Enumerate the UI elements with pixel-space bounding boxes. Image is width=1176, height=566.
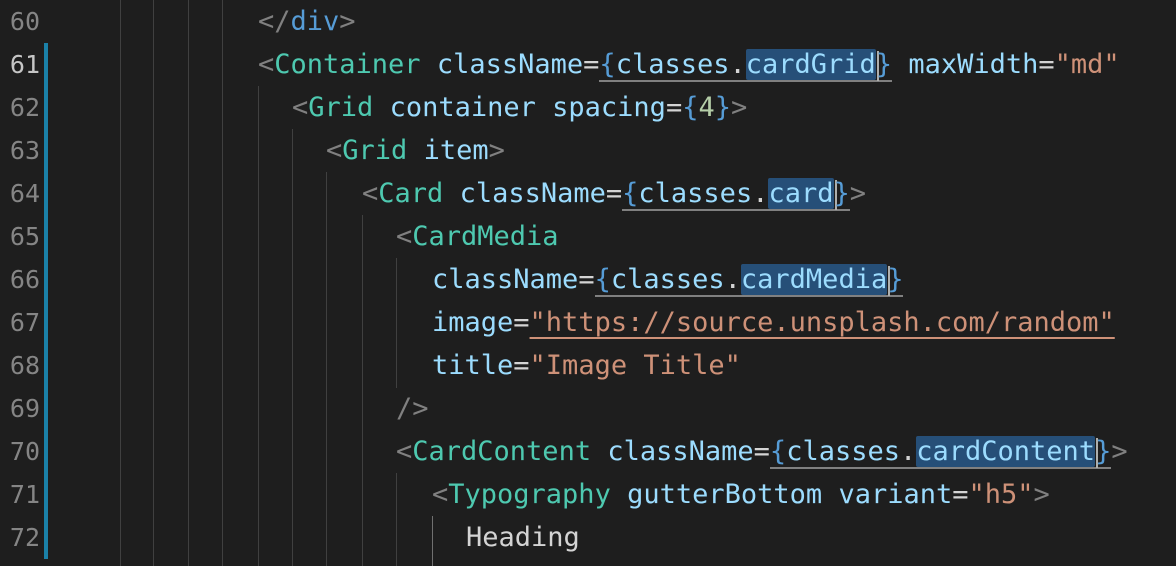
code-line[interactable]: 71 <Typography gutterBottom variant="h5"…: [0, 473, 1176, 516]
line-number: 63: [9, 136, 40, 165]
code-content: <Container className={classes.cardGrid} …: [258, 49, 1120, 82]
code-line[interactable]: 64 <Card className={classes.card}>: [0, 172, 1176, 215]
selection-highlight: card: [768, 178, 834, 209]
git-modified-marker[interactable]: [44, 301, 48, 344]
code-content: <Grid container spacing={4}>: [292, 92, 748, 123]
git-modified-marker[interactable]: [44, 473, 48, 516]
code-content: Heading: [466, 522, 580, 553]
code-content: />: [396, 393, 429, 424]
selection-highlight: cardGrid: [745, 49, 876, 80]
code-content: <Grid item>: [326, 135, 505, 166]
code-content: </div>: [258, 6, 356, 37]
code-line[interactable]: 68 title="Image Title": [0, 344, 1176, 387]
code-editor[interactable]: 60 </div> 61 <Container className={class…: [0, 0, 1176, 566]
git-modified-marker[interactable]: [44, 86, 48, 129]
git-modified-marker[interactable]: [44, 516, 48, 559]
code-line[interactable]: 66 className={classes.cardMedia}: [0, 258, 1176, 301]
line-number: 64: [9, 179, 40, 208]
code-line[interactable]: 67 image="https://source.unsplash.com/ra…: [0, 301, 1176, 344]
code-line[interactable]: 72 Heading: [0, 516, 1176, 559]
line-number: 62: [9, 93, 40, 122]
code-content: image="https://source.unsplash.com/rando…: [432, 307, 1115, 338]
line-number: 72: [9, 523, 40, 552]
code-line[interactable]: 62 <Grid container spacing={4}>: [0, 86, 1176, 129]
code-line[interactable]: 60 </div>: [0, 0, 1176, 43]
code-content: <Typography gutterBottom variant="h5">: [432, 479, 1050, 510]
selection-highlight: cardContent: [916, 436, 1096, 467]
url-link[interactable]: "https://source.unsplash.com/random": [530, 307, 1115, 338]
line-number: 66: [9, 265, 40, 294]
code-line[interactable]: 69 />: [0, 387, 1176, 430]
line-number: 61: [9, 50, 40, 79]
code-line[interactable]: 70 <CardContent className={classes.cardC…: [0, 430, 1176, 473]
line-number: 65: [9, 222, 40, 251]
git-modified-marker[interactable]: [44, 129, 48, 172]
git-modified-marker[interactable]: [44, 172, 48, 215]
code-line[interactable]: 65 <CardMedia: [0, 215, 1176, 258]
line-number: 69: [9, 394, 40, 423]
code-content: <Card className={classes.card}>: [362, 178, 867, 211]
code-content: <CardMedia: [396, 221, 559, 252]
code-content: className={classes.cardMedia}: [432, 264, 904, 297]
code-content: title="Image Title": [432, 350, 741, 381]
line-number: 60: [9, 7, 40, 36]
line-number: 68: [9, 351, 40, 380]
code-line[interactable]: 63 <Grid item>: [0, 129, 1176, 172]
git-modified-marker[interactable]: [44, 258, 48, 301]
line-number: 70: [9, 437, 40, 466]
git-modified-marker[interactable]: [44, 430, 48, 473]
line-number: 67: [9, 308, 40, 337]
code-content: <CardContent className={classes.cardCont…: [396, 436, 1128, 469]
git-modified-marker[interactable]: [44, 215, 48, 258]
git-modified-marker[interactable]: [44, 344, 48, 387]
selection-highlight: cardMedia: [740, 264, 888, 295]
git-modified-marker[interactable]: [44, 387, 48, 430]
git-modified-marker[interactable]: [44, 43, 48, 86]
line-number: 71: [9, 480, 40, 509]
code-line[interactable]: 61 <Container className={classes.cardGri…: [0, 43, 1176, 86]
